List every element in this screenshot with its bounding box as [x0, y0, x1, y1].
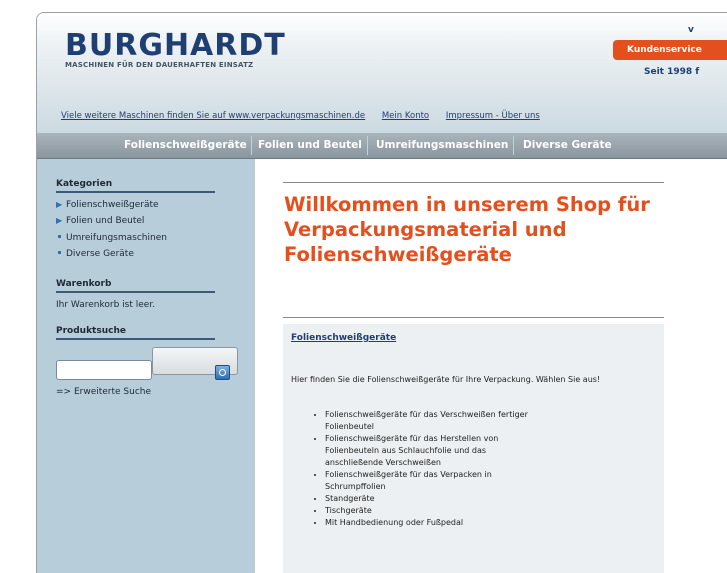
imprint-link[interactable]: Impressum - Über uns: [446, 111, 540, 121]
divider: [56, 338, 215, 340]
divider: [283, 182, 664, 183]
nav-separator: [251, 136, 252, 155]
category-label: Folienschweißgeräte: [66, 200, 159, 210]
category-label: Folien und Beutel: [66, 216, 145, 226]
advanced-search-link[interactable]: => Erweiterte Suche: [56, 387, 151, 397]
category-box-intro: Hier finden Sie die Folienschweißgeräte …: [291, 375, 601, 384]
since-text: Seit 1998 f: [644, 67, 700, 77]
divider: [56, 291, 215, 293]
category-folien-und-beutel[interactable]: ▶ Folien und Beutel: [56, 216, 144, 226]
nav-folien-und-beutel[interactable]: Folien und Beutel: [258, 133, 362, 158]
nav-folienschweissgeraete[interactable]: Folienschweißgeräte: [124, 133, 247, 158]
arrow-right-icon: ▶: [56, 200, 63, 209]
nav-diverse-geraete[interactable]: Diverse Geräte: [523, 133, 612, 158]
search-icon[interactable]: [215, 365, 230, 380]
list-item: Tischgeräte: [325, 505, 545, 517]
site-header: BURGHARDT MASCHINEN FÜR DEN DAUERHAFTEN …: [37, 13, 727, 141]
category-box-title-link[interactable]: Folienschweißgeräte: [291, 333, 396, 343]
categories-title: Kategorien: [56, 179, 113, 189]
category-info-box: Folienschweißgeräte Hier finden Sie die …: [283, 324, 664, 573]
cart-title: Warenkorb: [56, 279, 112, 289]
welcome-heading: Willkommen in unserem Shop für Verpackun…: [284, 193, 650, 266]
category-umreifungsmaschinen[interactable]: Umreifungsmaschinen: [56, 233, 167, 243]
square-bullet-icon: [58, 235, 61, 238]
my-account-link[interactable]: Mein Konto: [382, 111, 429, 121]
customer-service-button[interactable]: Kundenservice: [613, 40, 727, 60]
square-bullet-icon: [58, 251, 61, 254]
main-nav: Folienschweißgeräte Folien und Beutel Um…: [37, 133, 727, 159]
search-input[interactable]: [56, 360, 152, 380]
nav-separator: [513, 136, 514, 155]
arrow-right-icon: ▶: [56, 216, 63, 225]
list-item: Folienschweißgeräte für das Herstellen v…: [325, 433, 545, 469]
nav-umreifungsmaschinen[interactable]: Umreifungsmaschinen: [376, 133, 508, 158]
category-label: Umreifungsmaschinen: [66, 233, 167, 243]
category-diverse-geraete[interactable]: Diverse Geräte: [56, 249, 134, 259]
list-item: Folienschweißgeräte für das Verschweißen…: [325, 409, 545, 433]
feature-list: Folienschweißgeräte für das Verschweißen…: [313, 409, 545, 529]
divider: [283, 317, 664, 318]
list-item: Folienschweißgeräte für das Verpacken in…: [325, 469, 545, 493]
more-machines-link[interactable]: Viele weitere Maschinen finden Sie auf w…: [61, 111, 365, 121]
cart-empty-text: Ihr Warenkorb ist leer.: [56, 300, 156, 310]
list-item: Mit Handbedienung oder Fußpedal: [325, 517, 545, 529]
top-links: Viele weitere Maschinen finden Sie auf w…: [61, 111, 554, 121]
category-label: Diverse Geräte: [66, 249, 134, 259]
nav-separator: [367, 136, 368, 155]
divider: [56, 191, 215, 193]
site-logo[interactable]: BURGHARDT: [65, 31, 286, 61]
browser-content-frame: BURGHARDT MASCHINEN FÜR DEN DAUERHAFTEN …: [36, 12, 727, 573]
site-tagline: MASCHINEN FÜR DEN DAUERHAFTEN EINSATZ: [65, 61, 254, 69]
category-folienschweissgeraete[interactable]: ▶ Folienschweißgeräte: [56, 200, 159, 210]
header-right-text: v: [688, 25, 694, 35]
search-title: Produktsuche: [56, 326, 126, 336]
list-item: Standgeräte: [325, 493, 545, 505]
